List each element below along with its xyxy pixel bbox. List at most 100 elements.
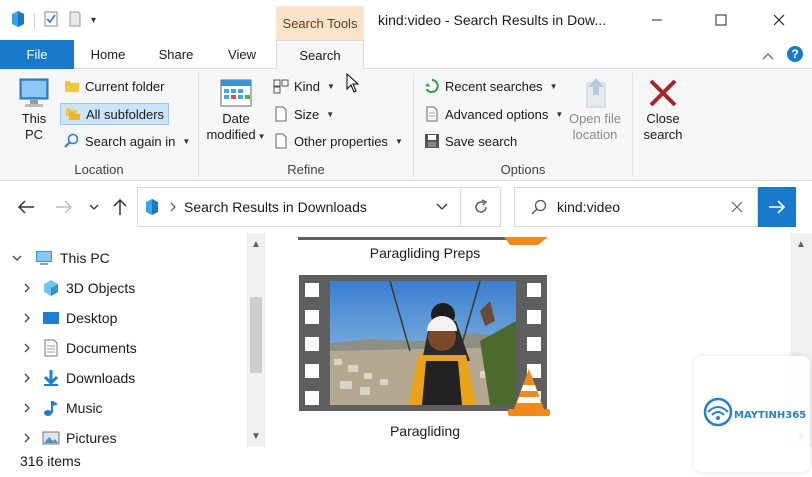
arrow-right-icon — [769, 200, 786, 214]
size-button[interactable]: Size ▼ — [269, 103, 338, 125]
nav-scroll-thumb[interactable] — [250, 297, 262, 373]
tab-home[interactable]: Home — [84, 40, 132, 69]
computer-icon — [19, 78, 49, 107]
svg-text:?: ? — [791, 47, 798, 61]
current-folder-button[interactable]: Current folder — [60, 75, 168, 97]
tree-item-downloads[interactable]: Downloads — [20, 363, 266, 393]
location-group-label: Location — [74, 162, 124, 177]
search-again-in-button[interactable]: Search again in ▼ — [60, 130, 194, 152]
refine-group: Date modified ▼ Kind ▼ Size ▼ Other propert… — [199, 69, 413, 181]
pictures-icon — [42, 431, 60, 445]
refresh-button[interactable] — [461, 187, 501, 227]
tab-share[interactable]: Share — [152, 40, 200, 69]
search-value[interactable]: kind:video — [557, 199, 620, 215]
subfolders-icon — [66, 108, 80, 120]
tab-file[interactable]: File — [0, 40, 74, 69]
kind-button[interactable]: Kind ▼ — [269, 75, 339, 97]
file-name-paragliding[interactable]: Paragliding — [298, 423, 552, 439]
location-group: This PC Current folder All subfolders Se… — [0, 69, 198, 181]
close-icon — [773, 14, 785, 26]
recent-searches-icon — [425, 79, 439, 93]
forward-arrow-icon — [56, 200, 73, 214]
new-folder-icon[interactable] — [67, 11, 83, 30]
minimize-icon — [652, 19, 662, 21]
computer-icon — [36, 251, 52, 265]
all-subfolders-button[interactable]: All subfolders — [60, 103, 170, 125]
tree-item-documents[interactable]: Documents — [20, 333, 266, 363]
scroll-down-icon[interactable]: ▼ — [246, 427, 266, 445]
minimize-button[interactable] — [634, 0, 680, 40]
watermark-text: MAYTINH365 — [734, 410, 807, 421]
quick-access-toolbar: ▾ — [10, 10, 96, 31]
open-file-location-button[interactable]: Open file location — [560, 75, 630, 143]
chevron-right-icon — [24, 343, 30, 353]
up-button[interactable] — [108, 195, 132, 219]
advanced-options-icon — [426, 106, 438, 122]
search-icon — [531, 199, 547, 215]
folder-app-icon — [10, 10, 26, 31]
folder-icon — [65, 81, 79, 92]
close-search-icon — [649, 79, 677, 107]
watermark-logo: MAYTINH365 — [694, 356, 810, 472]
documents-icon — [44, 339, 58, 357]
open-file-location-icon — [586, 78, 606, 108]
tree-item-desktop[interactable]: Desktop — [20, 303, 266, 333]
tree-item-3d-objects[interactable]: 3D Objects — [20, 273, 266, 303]
collapse-ribbon-icon[interactable] — [762, 48, 774, 63]
recent-searches-button[interactable]: Recent searches ▼ — [420, 75, 561, 97]
breadcrumb[interactable]: Search Results in Downloads — [184, 199, 367, 215]
properties-doc-icon — [275, 133, 287, 149]
search-results-location-icon — [146, 199, 158, 215]
maximize-button[interactable] — [698, 0, 744, 40]
date-modified-button[interactable]: Date modified ▼ — [203, 75, 269, 145]
address-dropdown-icon — [436, 203, 448, 210]
file-name-paragliding-preps[interactable]: Paragliding Preps — [298, 245, 552, 261]
this-pc-button[interactable]: This PC — [12, 75, 56, 143]
music-icon — [44, 401, 58, 416]
refine-group-label: Refine — [287, 162, 325, 177]
chevron-down-icon — [89, 204, 99, 210]
film-strip-left — [303, 283, 321, 405]
chevron-right-icon — [24, 283, 30, 293]
vlc-cone-icon — [508, 369, 550, 416]
scroll-up-icon[interactable]: ▲ — [790, 235, 812, 253]
tree-item-this-pc[interactable]: This PC — [10, 243, 256, 273]
search-input[interactable]: kind:video — [514, 187, 758, 227]
back-button[interactable] — [14, 195, 38, 219]
3d-objects-icon — [44, 280, 58, 296]
nav-pane-scrollbar[interactable]: ▲ ▼ — [246, 233, 266, 447]
search-go-button[interactable] — [758, 187, 796, 227]
save-search-button[interactable]: Save search — [420, 130, 521, 152]
clear-search-icon[interactable] — [731, 201, 743, 213]
video-thumbnail-partial[interactable] — [298, 233, 548, 245]
close-window-button[interactable] — [756, 0, 802, 40]
save-icon — [425, 134, 439, 148]
address-bar[interactable]: Search Results in Downloads — [137, 187, 461, 227]
help-icon[interactable]: ? — [786, 45, 804, 66]
recent-locations-button[interactable] — [84, 195, 104, 219]
close-search-group: Close search — [633, 69, 693, 181]
chevron-right-icon — [24, 373, 30, 383]
tree-item-music[interactable]: Music — [20, 393, 266, 423]
advanced-options-button[interactable]: Advanced options ▼ — [420, 103, 567, 125]
scroll-up-icon[interactable]: ▲ — [246, 235, 266, 253]
tabs-right-controls: ? — [762, 45, 804, 66]
breadcrumb-chevron-icon — [170, 202, 176, 212]
properties-icon[interactable] — [43, 11, 59, 30]
navigation-pane: This PC 3D Objects Desktop Documents Dow… — [0, 233, 266, 447]
options-group-label: Options — [500, 162, 546, 177]
downloads-icon — [43, 370, 59, 386]
calendar-icon — [220, 79, 252, 107]
search-again-icon — [64, 133, 79, 148]
search-tools-context-label: Search Tools — [276, 6, 364, 40]
other-properties-button[interactable]: Other properties ▼ — [269, 130, 407, 152]
forward-button[interactable] — [52, 195, 76, 219]
tab-view[interactable]: View — [220, 40, 264, 69]
ribbon-tabs: File Home Share View Search ? — [0, 40, 812, 70]
up-arrow-icon — [113, 198, 127, 215]
tab-search[interactable]: Search — [276, 40, 364, 70]
size-icon — [275, 106, 287, 122]
customize-qat-icon[interactable]: ▾ — [91, 15, 96, 26]
close-search-button[interactable]: Close search — [637, 75, 689, 143]
kind-icon — [273, 79, 289, 94]
